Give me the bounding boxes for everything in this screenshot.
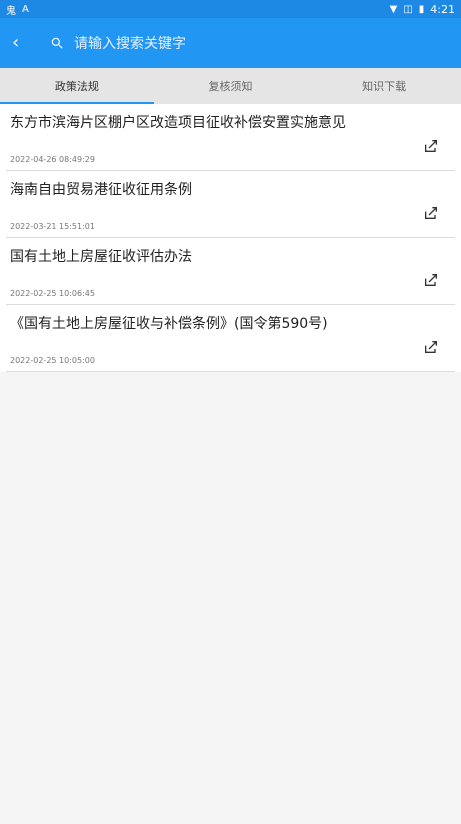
list-item[interactable]: 《国有土地上房屋征收与补偿条例》(国令第590号) 2022-02-25 10:… <box>6 305 455 372</box>
share-icon[interactable] <box>423 272 439 288</box>
item-time: 2022-02-25 10:05:00 <box>10 356 95 365</box>
battery-icon: ▮ <box>418 3 425 15</box>
item-time: 2022-04-26 08:49:29 <box>10 155 95 164</box>
a-icon: A <box>22 3 29 15</box>
signal-off-icon: ◫ <box>403 3 413 15</box>
search-input[interactable] <box>72 34 416 52</box>
empty-space <box>0 372 461 824</box>
tab-review[interactable]: 复核须知 <box>154 68 308 104</box>
back-icon[interactable]: ‹ <box>12 34 32 52</box>
item-title: 《国有土地上房屋征收与补偿条例》(国令第590号) <box>10 316 328 332</box>
item-time: 2022-02-25 10:06:45 <box>10 289 95 298</box>
wifi-icon: ▼ <box>389 3 398 15</box>
tab-bar: 政策法规 复核须知 知识下载 <box>0 68 461 104</box>
share-icon[interactable] <box>423 138 439 154</box>
item-title: 海南自由贸易港征收征用条例 <box>10 182 192 198</box>
item-title: 东方市滨海片区棚户区改造项目征收补偿安置实施意见 <box>10 115 346 131</box>
share-icon[interactable] <box>423 339 439 355</box>
tab-download[interactable]: 知识下载 <box>307 68 461 104</box>
search-header: ‹ <box>0 18 461 68</box>
list-item[interactable]: 东方市滨海片区棚户区改造项目征收补偿安置实施意见 2022-04-26 08:4… <box>6 104 455 171</box>
share-icon[interactable] <box>423 205 439 221</box>
search-icon <box>51 37 63 49</box>
list-item[interactable]: 海南自由贸易港征收征用条例 2022-03-21 15:51:01 <box>6 171 455 238</box>
status-bar: 鬼 A ▼ ◫ ▮ 4:21 <box>0 0 461 18</box>
item-time: 2022-03-21 15:51:01 <box>10 222 95 231</box>
policy-list: 东方市滨海片区棚户区改造项目征收补偿安置实施意见 2022-04-26 08:4… <box>0 104 461 372</box>
tab-policy[interactable]: 政策法规 <box>0 68 154 104</box>
status-time: 4:21 <box>430 2 455 16</box>
hook-icon: 鬼 <box>6 5 16 17</box>
item-title: 国有土地上房屋征收评估办法 <box>10 249 192 265</box>
list-item[interactable]: 国有土地上房屋征收评估办法 2022-02-25 10:06:45 <box>6 238 455 305</box>
